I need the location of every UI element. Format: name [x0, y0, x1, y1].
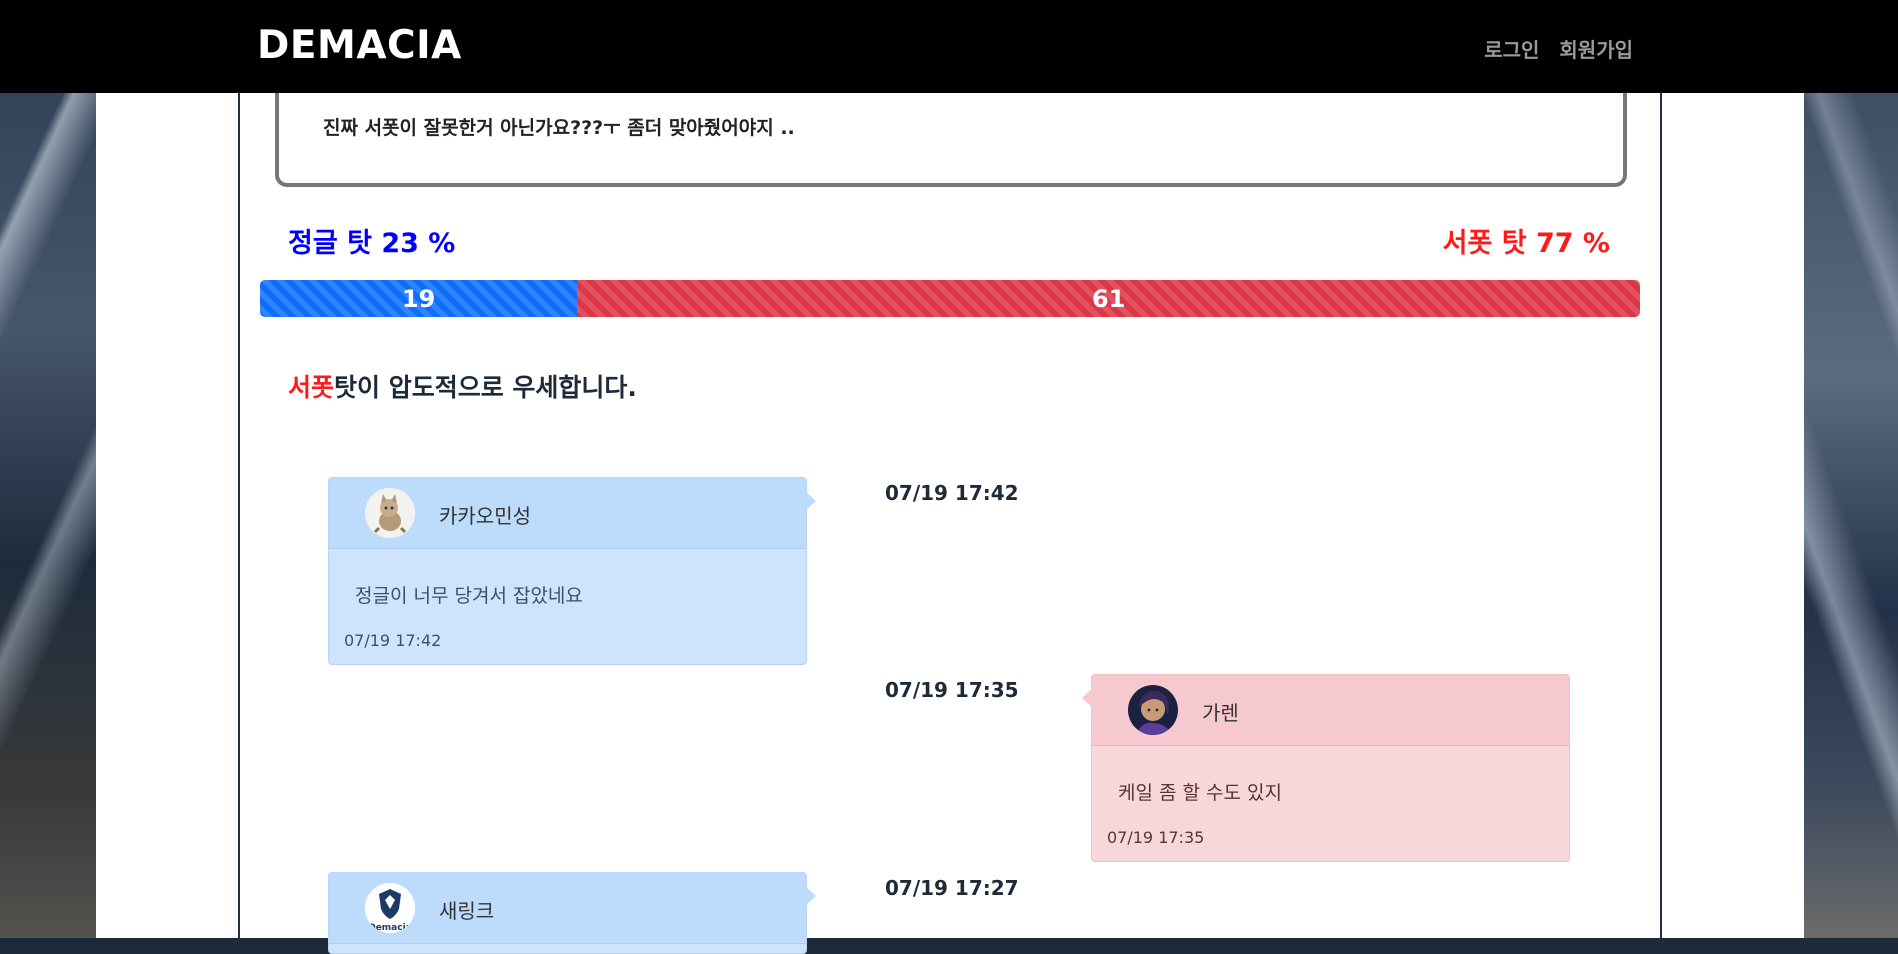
support-vote-label: 서폿 탓 77 % — [1442, 228, 1610, 259]
demacia-logo-text: Demacia — [368, 923, 412, 933]
nav-links: 로그인 회원가입 — [1484, 34, 1633, 63]
demacia-logo-avatar[interactable]: Demacia — [365, 883, 415, 933]
support-vote-count: 61 — [1091, 284, 1126, 313]
vote-progress-bar: 19 61 — [260, 280, 1640, 317]
support-vote-bar[interactable]: 61 — [577, 280, 1640, 317]
comment-body: 케일 좀 할 수도 있지 07/19 17:35 — [1092, 746, 1569, 861]
comment-author[interactable]: 가렌 — [1202, 697, 1239, 726]
comment-card-jungle: Demacia 새링크 — [328, 872, 816, 954]
champion-avatar[interactable] — [1128, 685, 1178, 735]
navbar: DEMACIA 로그인 회원가입 — [0, 0, 1898, 93]
comment-author[interactable]: 카카오민성 — [439, 500, 531, 529]
comment-message: 케일 좀 할 수도 있지 — [1118, 782, 1282, 804]
comment-card-support: 가렌 케일 좀 할 수도 있지 07/19 17:35 — [1082, 674, 1570, 862]
timeline-timestamp: 07/19 17:27 — [885, 876, 1019, 900]
background-art-right — [1802, 0, 1898, 938]
verdict-rest: 탓이 압도적으로 우세합니다. — [334, 373, 637, 402]
signup-link[interactable]: 회원가입 — [1559, 34, 1633, 63]
comment-timestamp: 07/19 17:35 — [1107, 828, 1205, 847]
verdict-highlight: 서폿 — [288, 373, 335, 402]
comment-card-jungle: 카카오민성 정글이 너무 당겨서 잡았네요 07/19 17:42 — [328, 477, 816, 665]
brand-logo[interactable]: DEMACIA — [257, 23, 462, 68]
background-art-left — [0, 0, 96, 938]
comment-header: 카카오민성 — [329, 478, 816, 549]
speech-arrow — [806, 492, 816, 510]
jungle-vote-bar[interactable]: 19 — [260, 280, 578, 317]
comment-message: 정글이 너무 당겨서 잡았네요 — [355, 585, 583, 607]
login-link[interactable]: 로그인 — [1484, 34, 1539, 63]
jungle-vote-label: 정글 탓 23 % — [288, 228, 456, 259]
comment-author[interactable]: 새링크 — [439, 895, 494, 924]
jungle-vote-count: 19 — [401, 284, 436, 313]
post-text: 진짜 서폿이 잘못한거 아닌가요???ㅜ 좀더 맞아줬어야지 .. — [323, 117, 795, 139]
comment-header: Demacia 새링크 — [329, 873, 816, 944]
speech-arrow — [806, 887, 816, 905]
timeline-timestamp: 07/19 17:42 — [885, 481, 1019, 505]
comment-timestamp: 07/19 17:42 — [344, 631, 442, 650]
speech-arrow — [1082, 689, 1092, 707]
kitten-avatar[interactable] — [365, 488, 415, 538]
verdict-text: 서폿탓이 압도적으로 우세합니다. — [288, 368, 637, 404]
comment-header: 가렌 — [1082, 675, 1569, 746]
comment-body: 정글이 너무 당겨서 잡았네요 07/19 17:42 — [329, 549, 806, 664]
timeline-timestamp: 07/19 17:35 — [885, 678, 1019, 702]
